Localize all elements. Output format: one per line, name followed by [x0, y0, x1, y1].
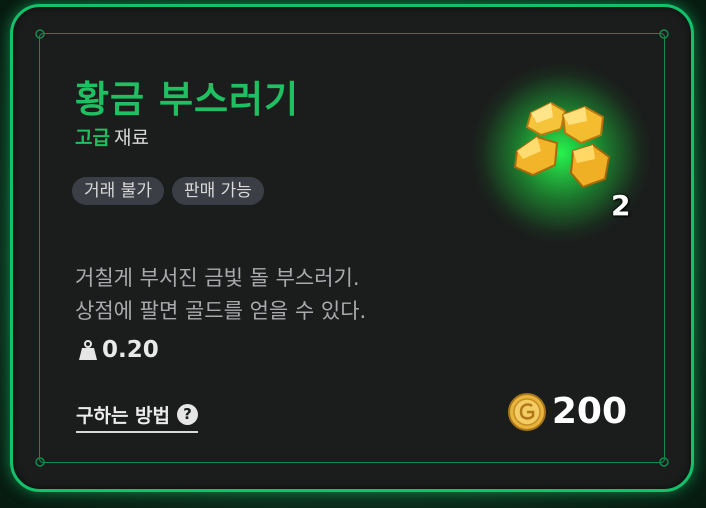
- question-circle-icon: ?: [177, 404, 199, 425]
- how-to-obtain-link[interactable]: 구하는 방법 ?: [76, 401, 199, 433]
- weight-icon: [79, 340, 97, 360]
- tag-untradeable: 거래 불가: [72, 177, 164, 205]
- item-subtitle: 고급 재료: [75, 123, 149, 150]
- gold-coin-icon: [507, 392, 546, 431]
- item-quantity: 2: [611, 189, 631, 222]
- price-value: 200: [551, 391, 627, 432]
- item-name: 황금 부스러기: [75, 78, 300, 121]
- corner-ornament-icon: [659, 457, 669, 467]
- weight-value: 0.20: [102, 337, 159, 363]
- corner-ornament-icon: [35, 29, 45, 39]
- item-tooltip-card: 황금 부스러기 고급 재료 거래 불가 판매 가능 2 거칠게 부서진 금빛 돌 …: [10, 4, 694, 492]
- how-to-obtain-label: 구하는 방법: [76, 405, 171, 427]
- item-tags: 거래 불가 판매 가능: [72, 177, 264, 205]
- item-weight: 0.20: [79, 337, 159, 363]
- corner-ornament-icon: [35, 457, 45, 467]
- sell-price: 200: [507, 391, 627, 432]
- corner-ornament-icon: [659, 29, 669, 39]
- item-category: 재료: [113, 127, 149, 149]
- description-line: 상점에 팔면 골드를 얻을 수 있다.: [75, 299, 367, 323]
- item-description: 거칠게 부서진 금빛 돌 부스러기. 상점에 팔면 골드를 얻을 수 있다.: [75, 262, 366, 328]
- gold-nuggets-icon: [513, 101, 611, 189]
- item-grade: 고급: [75, 127, 110, 149]
- description-line: 거칠게 부서진 금빛 돌 부스러기.: [75, 266, 360, 290]
- tag-sellable: 판매 가능: [171, 177, 264, 205]
